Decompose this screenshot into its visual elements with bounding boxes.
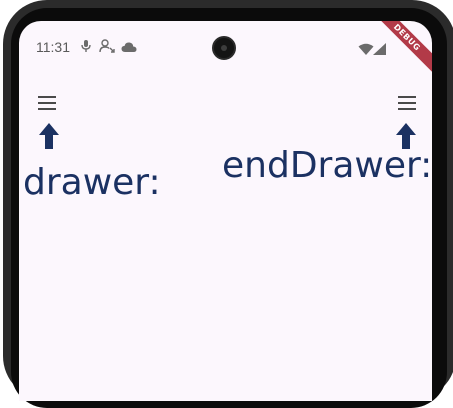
arrow-up-icon [37, 121, 61, 151]
mic-icon [80, 38, 92, 57]
person-sync-icon [99, 38, 115, 57]
menu-icon [38, 96, 56, 110]
drawer-menu-button[interactable] [35, 91, 59, 115]
end-drawer-menu-button[interactable] [395, 91, 419, 115]
end-drawer-label: endDrawer: [222, 145, 432, 186]
device: 11:31 DEBUG drawer: endDrawer: [0, 0, 453, 408]
front-camera [212, 36, 236, 60]
menu-icon [398, 96, 416, 110]
cloud-icon [121, 38, 137, 57]
drawer-label: drawer: [23, 162, 161, 203]
signal-icon [373, 40, 386, 59]
status-time: 11:31 [36, 39, 70, 55]
wifi-icon [358, 40, 374, 59]
status-bar: 11:31 DEBUG [19, 21, 432, 77]
app-screen: 11:31 DEBUG drawer: endDrawer: [19, 21, 432, 401]
